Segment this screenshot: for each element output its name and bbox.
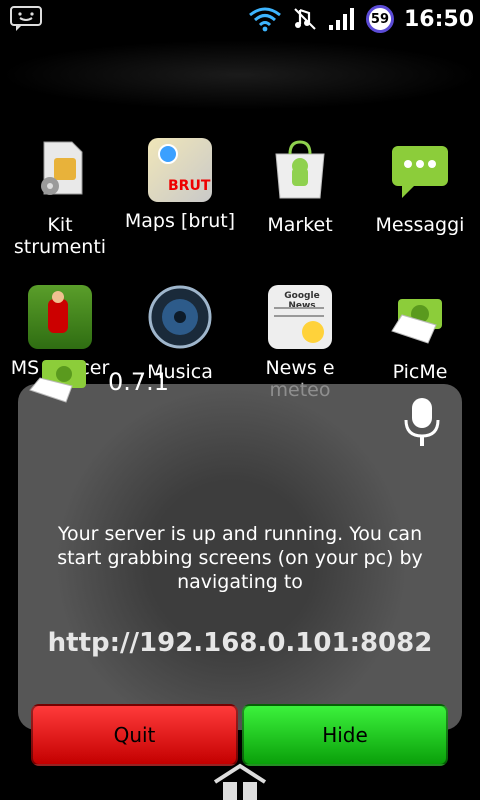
app-label: Messaggi — [375, 214, 465, 236]
app-maps-brut[interactable]: BRUT Maps [brut] — [120, 138, 240, 232]
dialog-message: Your server is up and running. You can s… — [57, 523, 423, 593]
app-picme[interactable]: PicMe — [360, 285, 480, 383]
server-dialog: Your server is up and running. You can s… — [18, 384, 462, 730]
app-label: PicMe — [392, 361, 448, 383]
microphone-icon[interactable] — [402, 396, 442, 448]
dock-strip — [0, 40, 480, 110]
app-kit-strumenti[interactable]: Kit strumenti — [0, 138, 120, 258]
home-launcher-icon[interactable] — [211, 762, 269, 800]
app-market[interactable]: Market — [240, 138, 360, 236]
app-label: Market — [267, 214, 333, 236]
music-speaker-icon — [148, 285, 212, 349]
picme-icon — [391, 299, 442, 344]
app-label: Maps [brut] — [124, 210, 236, 232]
market-icon — [275, 140, 325, 199]
app-version: 0.7.1 — [108, 368, 170, 396]
battery-level: 59 — [370, 11, 390, 27]
app-label: Kit strumenti — [13, 214, 107, 258]
signal-icon — [328, 8, 354, 30]
maps-icon-text: BRUT — [168, 178, 211, 194]
server-url: http://192.168.0.101:8082 — [47, 628, 433, 658]
app-messaggi[interactable]: Messaggi — [360, 138, 480, 236]
sim-toolkit-icon — [41, 141, 83, 195]
vibrate-icon — [294, 8, 316, 30]
status-bar: 59 16:50 — [0, 0, 480, 38]
maps-icon: BRUT — [148, 138, 212, 202]
clock: 16:50 — [403, 6, 474, 32]
news-weather-icon: Google News — [268, 285, 332, 349]
messaging-icon — [392, 146, 448, 198]
battery-icon: 59 — [365, 5, 394, 33]
messages-icon — [10, 6, 42, 31]
quit-button[interactable]: Quit — [31, 704, 238, 766]
hide-button[interactable]: Hide — [242, 704, 448, 766]
soccer-icon — [28, 285, 92, 349]
app-logo-icon — [29, 360, 86, 403]
wifi-icon — [249, 7, 281, 32]
